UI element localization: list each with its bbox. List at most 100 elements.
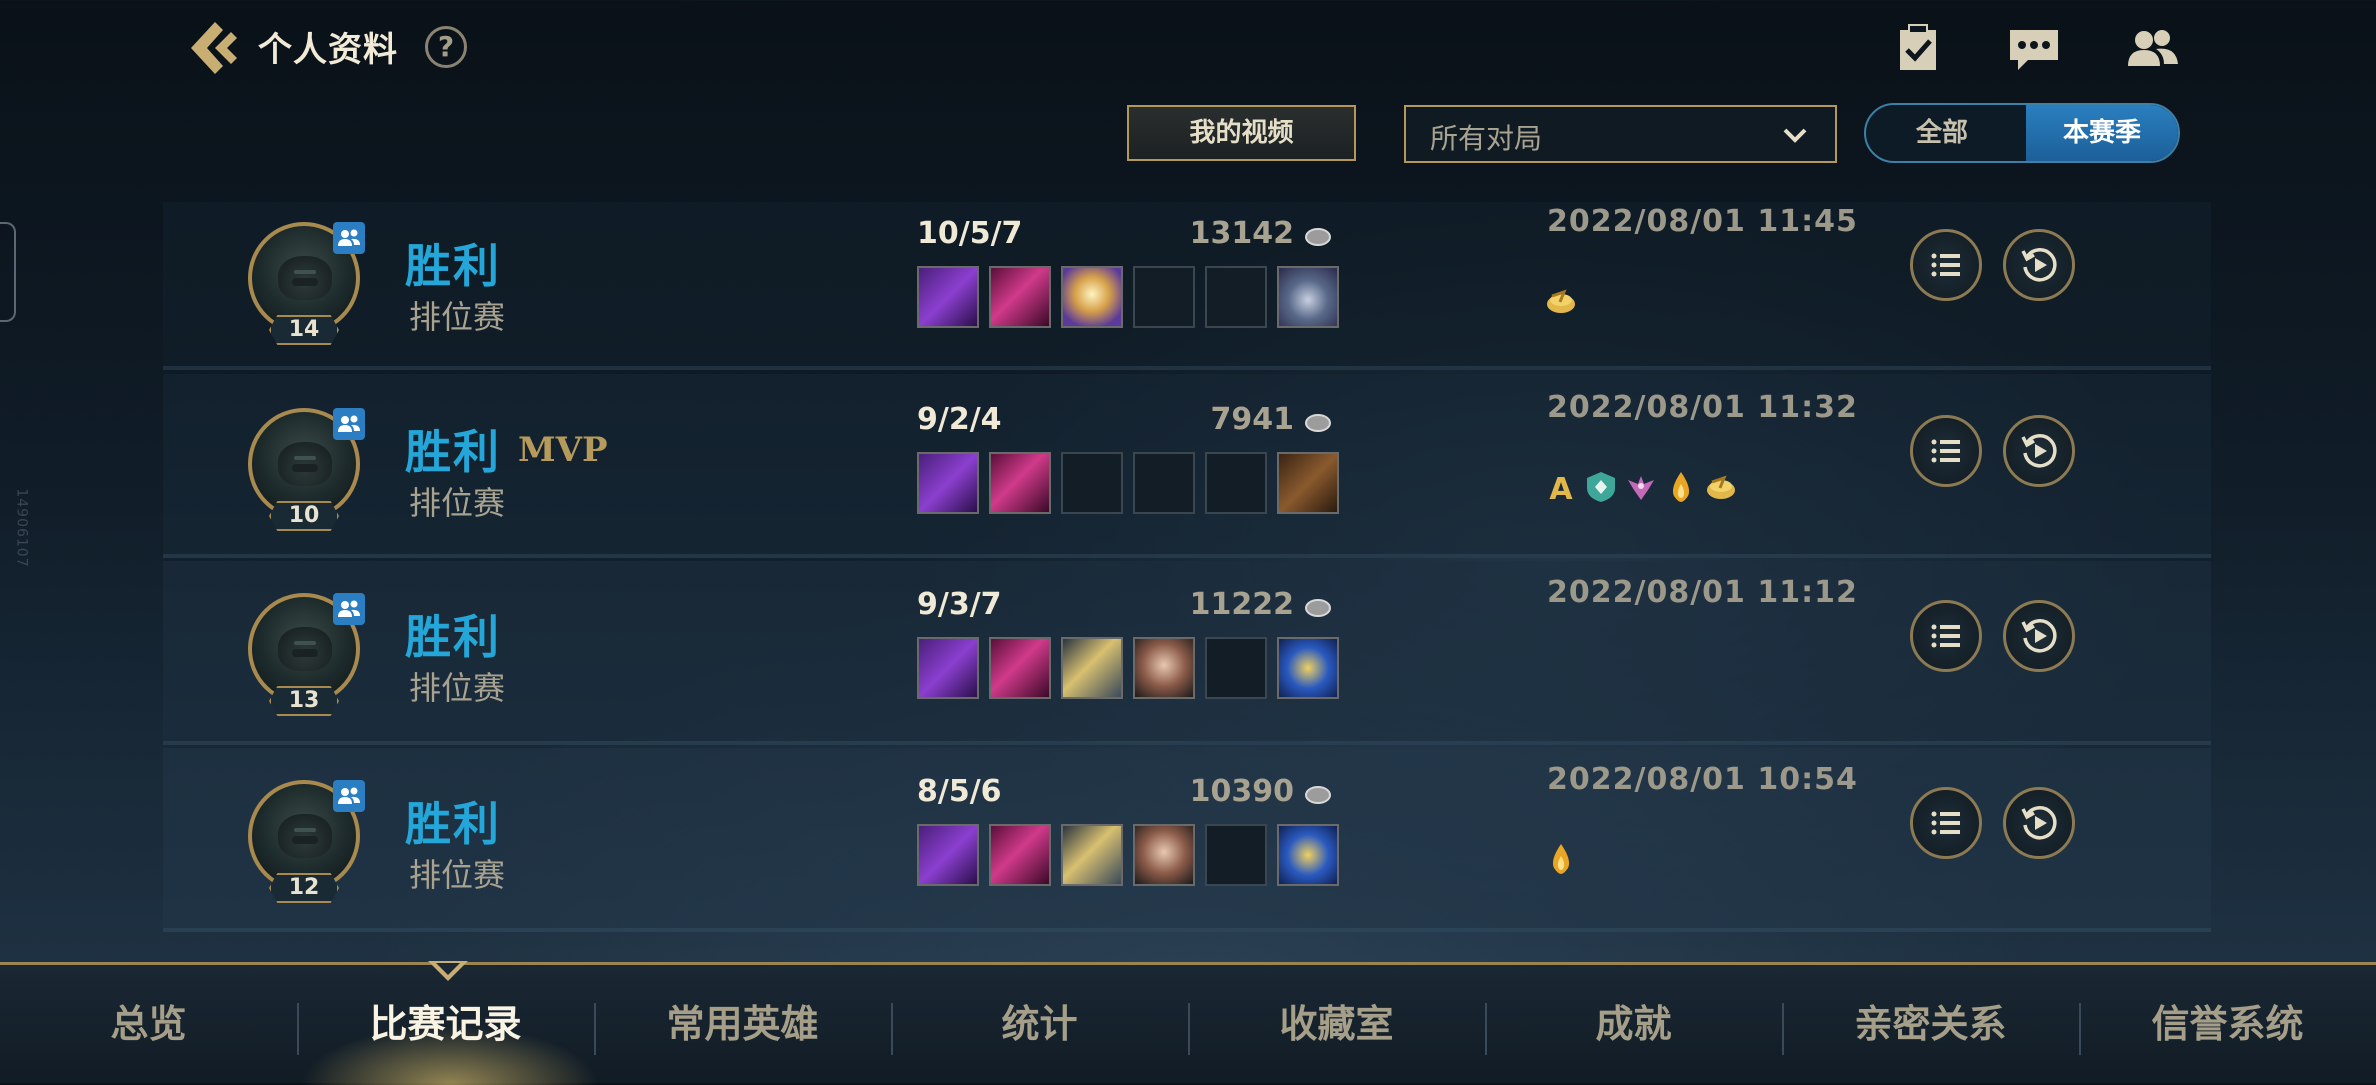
nav-tab-2[interactable]: 常用英雄	[594, 965, 891, 1083]
winged-gold-item[interactable]	[1061, 266, 1123, 328]
list-icon	[1931, 439, 1960, 463]
list-icon	[1931, 624, 1960, 648]
gold-coin-icon	[1305, 228, 1331, 246]
match-datetime: 2022/08/01 11:32	[1547, 390, 1858, 425]
shield-icon	[1584, 470, 1618, 504]
kda-value: 10/5/7	[917, 216, 1023, 251]
toggle-current-season[interactable]: 本赛季	[2026, 105, 2178, 161]
magenta-blade-item[interactable]	[989, 824, 1051, 886]
nav-tab-6[interactable]: 亲密关系	[1782, 965, 2079, 1083]
nav-divider	[297, 1003, 299, 1055]
magenta-blade-item[interactable]	[989, 266, 1051, 328]
match-result: 胜利	[405, 797, 501, 851]
match-replay-button[interactable]	[2003, 415, 2075, 487]
nav-divider	[891, 1003, 893, 1055]
empty-item-slot[interactable]	[1133, 452, 1195, 514]
gold-earned: 7941	[1210, 402, 1295, 437]
purple-tower-item[interactable]	[917, 637, 979, 699]
match-replay-button[interactable]	[2003, 787, 2075, 859]
rock-armor-item[interactable]	[1133, 824, 1195, 886]
side-panel-handle[interactable]	[0, 222, 16, 322]
purple-tower-item[interactable]	[917, 452, 979, 514]
shadow-ward-trinket[interactable]	[1277, 266, 1339, 328]
gold-coin-icon	[1305, 786, 1331, 804]
nav-tab-5[interactable]: 成就	[1485, 965, 1782, 1083]
gold-earned: 10390	[1189, 774, 1294, 809]
champion-level-badge: 10	[269, 501, 339, 531]
help-button[interactable]: ?	[425, 26, 467, 68]
nav-tab-1[interactable]: 比赛记录	[297, 965, 594, 1083]
match-result: 胜利	[405, 610, 501, 664]
match-row[interactable]: 13 胜利 排位赛 9/3/7 11222 2022/08/01 11:12	[163, 561, 2211, 745]
gold-spear-item[interactable]	[1061, 824, 1123, 886]
champion-level-badge: 12	[269, 873, 339, 903]
empty-item-slot[interactable]	[1061, 452, 1123, 514]
nav-tab-3[interactable]: 统计	[891, 965, 1188, 1083]
toggle-all[interactable]: 全部	[1866, 105, 2018, 161]
match-type-dropdown[interactable]: 所有对局	[1404, 105, 1837, 163]
match-datetime: 2022/08/01 11:45	[1547, 204, 1858, 239]
kda-value: 9/2/4	[917, 402, 1002, 437]
gold-coin-icon	[1305, 414, 1331, 432]
purple-tower-item[interactable]	[917, 824, 979, 886]
gold-coin-icon	[1544, 284, 1578, 318]
match-replay-button[interactable]	[2003, 229, 2075, 301]
blue-lantern-trinket[interactable]	[1277, 637, 1339, 699]
empty-item-slot[interactable]	[1205, 452, 1267, 514]
replay-icon	[2021, 248, 2057, 282]
my-videos-button[interactable]: 我的视频	[1127, 105, 1356, 161]
empty-item-slot[interactable]	[1133, 266, 1195, 328]
nav-divider	[2079, 1003, 2081, 1055]
nav-tab-7[interactable]: 信誉系统	[2079, 965, 2376, 1083]
game-mode: 排位赛	[409, 856, 506, 894]
game-mode: 排位赛	[409, 298, 506, 336]
empty-item-slot[interactable]	[1205, 266, 1267, 328]
magenta-blade-item[interactable]	[989, 452, 1051, 514]
match-details-button[interactable]	[1910, 415, 1982, 487]
match-row[interactable]: 12 胜利 排位赛 8/5/6 10390 2022/08/01 10:54	[163, 748, 2211, 932]
nav-tab-0[interactable]: 总览	[0, 965, 297, 1083]
match-row[interactable]: 10 胜利 MVP 排位赛 9/2/4 7941 2022/08/01 11:32 A	[163, 374, 2211, 558]
gold-earned: 13142	[1189, 216, 1294, 251]
game-mode: 排位赛	[409, 669, 506, 707]
kda-value: 9/3/7	[917, 587, 1002, 622]
match-details-button[interactable]	[1910, 229, 1982, 301]
champion-level-badge: 14	[269, 315, 339, 345]
party-icon	[333, 408, 365, 440]
empty-item-slot[interactable]	[1205, 637, 1267, 699]
nav-tab-4[interactable]: 收藏室	[1188, 965, 1485, 1083]
gold-spear-item[interactable]	[1061, 637, 1123, 699]
flame-drop-icon	[1544, 842, 1578, 876]
game-mode: 排位赛	[409, 484, 506, 522]
replay-icon	[2021, 434, 2057, 468]
magenta-blade-item[interactable]	[989, 637, 1051, 699]
rock-armor-item[interactable]	[1133, 637, 1195, 699]
a-grade-icon: A	[1544, 470, 1578, 507]
party-icon	[333, 780, 365, 812]
party-icon	[333, 222, 365, 254]
empty-item-slot[interactable]	[1205, 824, 1267, 886]
kda-value: 8/5/6	[917, 774, 1002, 809]
clipboard-check-icon	[1900, 24, 1936, 70]
tasks-button[interactable]	[1890, 20, 1946, 76]
svg-text:A: A	[1549, 472, 1573, 504]
match-result: 胜利	[405, 239, 501, 293]
list-icon	[1931, 811, 1960, 835]
match-details-button[interactable]	[1910, 600, 1982, 672]
chat-button[interactable]	[2006, 20, 2062, 76]
friends-icon	[2128, 30, 2178, 66]
friends-button[interactable]	[2124, 20, 2180, 76]
gold-coin-icon	[1704, 470, 1738, 504]
match-type-value: 所有对局	[1430, 122, 1543, 155]
gold-coin-icon	[1305, 599, 1331, 617]
leather-boots-item[interactable]	[1277, 452, 1339, 514]
flame-drop-icon	[1664, 470, 1698, 504]
blue-lantern-trinket[interactable]	[1277, 824, 1339, 886]
match-replay-button[interactable]	[2003, 600, 2075, 672]
nav-divider	[1188, 1003, 1190, 1055]
champion-level-badge: 13	[269, 686, 339, 716]
match-row[interactable]: 14 胜利排位赛 10/5/7 13142 2022/08/01 11:45	[163, 202, 2211, 370]
back-button[interactable]	[185, 18, 241, 78]
purple-tower-item[interactable]	[917, 266, 979, 328]
match-details-button[interactable]	[1910, 787, 1982, 859]
